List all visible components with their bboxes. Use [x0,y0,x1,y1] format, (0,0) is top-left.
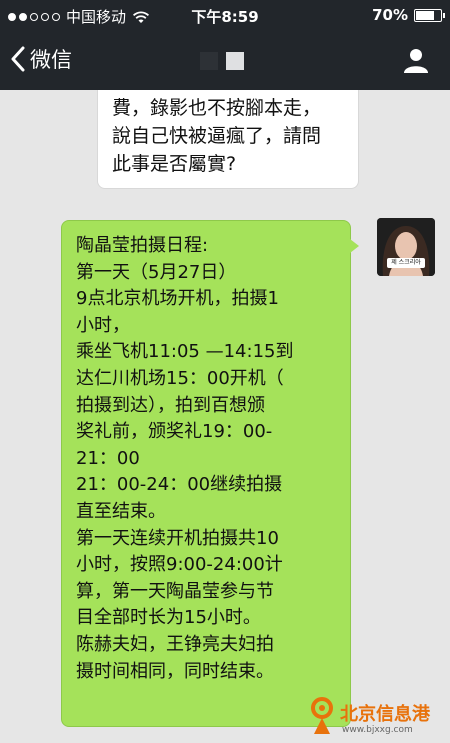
battery-percent: 70% [372,6,408,24]
message-line: 第一天（5月27日） [76,261,237,283]
status-right: 70% [372,6,445,24]
back-button[interactable]: 微信 [10,44,72,74]
watermark-url: www.bjxxg.com [342,725,413,735]
avatar[interactable]: 제 스크리아 [377,218,435,276]
site-watermark: 北京信息港 www.bjxxg.com [304,692,450,743]
message-line: 达仁川机场15：00开机（ [76,367,284,389]
avatar-caption: 제 스크리아 [387,258,425,268]
message-line: 此事是否屬實? [112,153,237,175]
incoming-message-bubble[interactable]: 費，錄影也不按腳本走， 說自己快被逼瘋了，請問 此事是否屬實? [97,90,359,189]
message-line: 拍摄到达），拍到百想颁 [76,394,265,416]
message-line: 奖礼前，颁奖礼19：00- [76,421,273,443]
message-line: 9点北京机场开机，拍摄1 [76,288,279,310]
message-line: 陶晶莹拍摄日程: [76,235,209,256]
message-line: 目全部时长为15小时。 [76,607,261,629]
nav-bar: 微信 [0,30,450,90]
chat-title-redacted [200,52,244,70]
message-line: 21：00-24：00继续拍摄 [76,474,283,496]
outgoing-message-bubble[interactable]: 陶晶莹拍摄日程: 第一天（5月27日） 9点北京机场开机，拍摄1 小时， 乘坐飞… [61,220,359,727]
status-bar: 中国移动 下午8:59 70% [0,0,450,30]
watermark-title: 北京信息港 [340,704,430,725]
back-label: 微信 [30,48,72,72]
message-line: 小时，按照9:00-24:00计 [76,554,283,576]
message-line: 費，錄影也不按腳本走， [112,97,322,119]
message-line: 陈赫夫妇，王铮亮夫妇拍 [76,633,274,655]
message-line: 說自己快被逼瘋了，請問 [112,125,322,147]
message-line: 摄时间相同，同时结束。 [76,660,274,682]
message-line: 21：00 [76,447,140,469]
watermark-logo-icon [311,697,333,734]
message-line: 小时， [76,314,130,336]
message-line: 直至结束。 [76,500,166,522]
message-line: 第一天连续开机拍摄共10 [76,527,279,549]
chevron-left-icon [11,46,25,72]
message-line: 算，第一天陶晶莹参与节 [76,580,274,602]
chat-area[interactable]: 費，錄影也不按腳本走， 說自己快被逼瘋了，請問 此事是否屬實? 제 스크리아 陶… [0,90,450,743]
message-line: 乘坐飞机11:05 —14:15到 [76,341,294,363]
battery-icon [414,8,445,22]
person-icon[interactable] [402,46,430,74]
